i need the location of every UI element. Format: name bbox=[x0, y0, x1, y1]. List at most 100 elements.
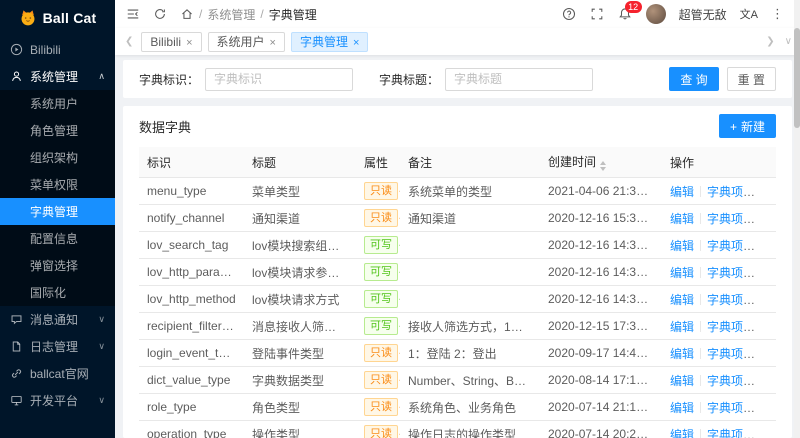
delete-link[interactable]: 删除 bbox=[756, 320, 776, 334]
close-icon[interactable] bbox=[186, 35, 192, 49]
dict-items-link[interactable]: 字典项 bbox=[707, 347, 755, 361]
user-icon bbox=[10, 70, 23, 83]
dict-items-link[interactable]: 字典项 bbox=[707, 401, 755, 415]
close-icon[interactable] bbox=[270, 35, 276, 49]
field-label: 字典标识： bbox=[139, 72, 200, 87]
delete-link[interactable]: 删除 bbox=[756, 185, 776, 199]
dict-code: role_type bbox=[139, 393, 244, 421]
delete-link[interactable]: 删除 bbox=[756, 428, 776, 438]
edit-link[interactable]: 编辑 bbox=[670, 320, 694, 334]
dict-title: lov模块请求参数位置 bbox=[244, 258, 356, 286]
logo[interactable]: Ball Cat bbox=[0, 0, 115, 36]
divider bbox=[700, 293, 702, 305]
username[interactable]: 超管无敌 bbox=[679, 6, 727, 23]
reset-button[interactable]: 重 置 bbox=[726, 67, 776, 91]
menu-fold-icon[interactable] bbox=[125, 7, 140, 22]
tab-dict-management[interactable]: 字典管理 bbox=[290, 31, 369, 52]
tabbar-controls: ❯ ∨ bbox=[766, 36, 792, 47]
created-time: 2020-07-14 20:28:54 bbox=[540, 420, 662, 438]
translate-icon[interactable]: 文A bbox=[740, 6, 758, 22]
dict-items-link[interactable]: 字典项 bbox=[707, 239, 755, 253]
notifications-bell-icon[interactable]: 12 bbox=[618, 0, 642, 22]
dict-items-link[interactable]: 字典项 bbox=[707, 293, 755, 307]
attr-tag: 只读 bbox=[364, 209, 398, 227]
dict-items-link[interactable]: 字典项 bbox=[707, 428, 755, 438]
delete-link[interactable]: 删除 bbox=[756, 293, 776, 307]
edit-link[interactable]: 编辑 bbox=[670, 266, 694, 280]
sidebar-item-menu-permissions[interactable]: 菜单权限 bbox=[0, 171, 115, 198]
edit-link[interactable]: 编辑 bbox=[670, 347, 694, 361]
tab-bilibili[interactable]: Bilibili bbox=[141, 31, 202, 52]
sidebar-item-i18n[interactable]: 国际化 bbox=[0, 279, 115, 306]
sidebar-item-log-management[interactable]: 日志管理 ∨ bbox=[0, 333, 115, 360]
sidebar-item-organization[interactable]: 组织架构 bbox=[0, 144, 115, 171]
scrollbar-thumb[interactable] bbox=[794, 28, 800, 128]
dict-items-link[interactable]: 字典项 bbox=[707, 320, 755, 334]
tabs-dropdown-icon[interactable]: ∨ bbox=[785, 36, 792, 47]
sidebar-item-message-notify[interactable]: 消息通知 ∨ bbox=[0, 306, 115, 333]
delete-link[interactable]: 删除 bbox=[756, 266, 776, 280]
tabs-scroll-left-icon[interactable]: ❮ bbox=[123, 36, 135, 47]
dict-code-input[interactable] bbox=[205, 67, 354, 91]
sidebar-item-role-management[interactable]: 角色管理 bbox=[0, 117, 115, 144]
tabs-scroll-right-icon[interactable]: ❯ bbox=[766, 36, 774, 47]
delete-link[interactable]: 删除 bbox=[756, 347, 776, 361]
fullscreen-icon[interactable] bbox=[590, 7, 605, 22]
dict-items-link[interactable]: 字典项 bbox=[707, 266, 755, 280]
edit-link[interactable]: 编辑 bbox=[670, 293, 694, 307]
app-title: Ball Cat bbox=[42, 10, 97, 26]
sidebar-item-label: 系统管理 bbox=[30, 70, 79, 84]
dict-remark: 操作日志的操作类型 bbox=[400, 420, 540, 438]
sidebar-item-dev-platform[interactable]: 开发平台 ∨ bbox=[0, 387, 115, 414]
edit-link[interactable]: 编辑 bbox=[670, 185, 694, 199]
col-header-attr: 属性 bbox=[356, 147, 400, 178]
delete-link[interactable]: 删除 bbox=[756, 374, 776, 388]
sidebar-item-label: Bilibili bbox=[30, 42, 61, 57]
search-buttons: 查 询 重 置 bbox=[669, 67, 776, 91]
query-button[interactable]: 查 询 bbox=[669, 67, 719, 91]
edit-link[interactable]: 编辑 bbox=[670, 401, 694, 415]
home-icon[interactable] bbox=[179, 7, 194, 22]
divider bbox=[700, 239, 702, 251]
sidebar-item-system-management[interactable]: 系统管理 ∧ bbox=[0, 63, 115, 90]
sidebar-item-ballcat-site[interactable]: ballcat官网 bbox=[0, 360, 115, 387]
delete-link[interactable]: 删除 bbox=[756, 401, 776, 415]
table-row: login_event_type 登陆事件类型 只读 1：登陆 2：登出 202… bbox=[139, 339, 776, 367]
dict-remark: 1：登陆 2：登出 bbox=[400, 339, 540, 367]
tab-system-users[interactable]: 系统用户 bbox=[207, 31, 285, 52]
sidebar-item-dict-management[interactable]: 字典管理 bbox=[0, 198, 115, 225]
dict-items-link[interactable]: 字典项 bbox=[707, 185, 755, 199]
created-time: 2020-12-16 14:36:28 bbox=[540, 231, 662, 259]
avatar[interactable] bbox=[645, 4, 666, 24]
page-content: 字典标识： 字典标题： 查 询 重 置 数据字典 新建 bbox=[115, 55, 800, 438]
dict-title-input[interactable] bbox=[445, 67, 594, 91]
delete-link[interactable]: 删除 bbox=[756, 212, 776, 226]
chevron-down-icon: ∨ bbox=[98, 341, 105, 351]
col-header-created[interactable]: 创建时间 bbox=[540, 147, 662, 178]
breadcrumb-separator bbox=[260, 7, 263, 21]
reload-icon[interactable] bbox=[152, 7, 167, 22]
sidebar-item-bilibili[interactable]: Bilibili bbox=[0, 36, 115, 63]
delete-link[interactable]: 删除 bbox=[756, 239, 776, 253]
help-icon[interactable] bbox=[562, 7, 577, 22]
sidebar-item-popup-select[interactable]: 弹窗选择 bbox=[0, 252, 115, 279]
edit-link[interactable]: 编辑 bbox=[670, 239, 694, 253]
dict-items-link[interactable]: 字典项 bbox=[707, 374, 755, 388]
system-submenu: 系统用户 角色管理 组织架构 菜单权限 字典管理 配置信息 弹窗选择 国际化 bbox=[0, 90, 115, 306]
dict-title: 登陆事件类型 bbox=[244, 339, 356, 367]
more-menu-icon[interactable]: ⋮ bbox=[771, 6, 784, 22]
dict-items-link[interactable]: 字典项 bbox=[707, 212, 755, 226]
dict-code: lov_search_tag bbox=[139, 231, 244, 259]
sidebar-item-system-users[interactable]: 系统用户 bbox=[0, 90, 115, 117]
breadcrumb-item[interactable]: 系统管理 bbox=[207, 6, 255, 23]
sort-icon[interactable] bbox=[600, 161, 607, 171]
edit-link[interactable]: 编辑 bbox=[670, 212, 694, 226]
close-icon[interactable] bbox=[353, 35, 359, 49]
attr-tag: 只读 bbox=[364, 425, 398, 438]
scrollbar-track[interactable] bbox=[794, 0, 800, 438]
edit-link[interactable]: 编辑 bbox=[670, 428, 694, 438]
sidebar-item-config-info[interactable]: 配置信息 bbox=[0, 225, 115, 252]
edit-link[interactable]: 编辑 bbox=[670, 374, 694, 388]
divider bbox=[700, 185, 702, 197]
create-button[interactable]: 新建 bbox=[718, 114, 776, 138]
